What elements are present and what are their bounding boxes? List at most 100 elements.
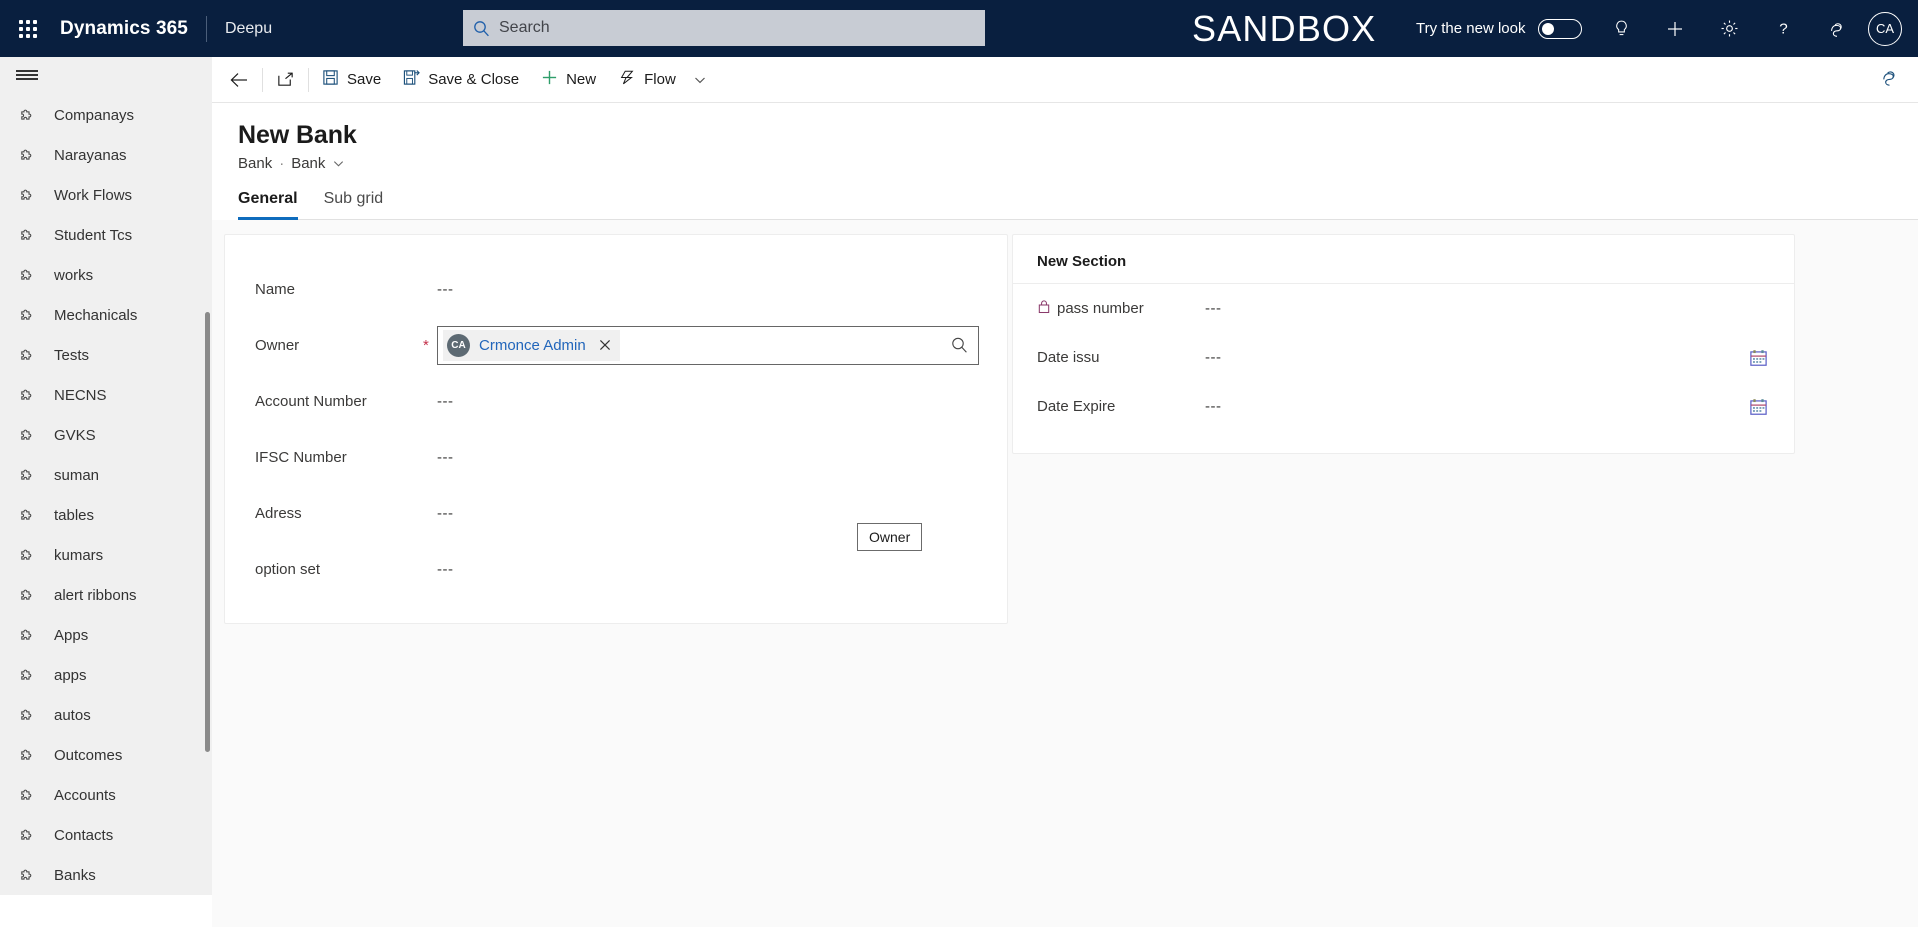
breadcrumb-form-name[interactable]: Bank — [291, 155, 325, 172]
save-and-close-button[interactable]: Save & Close — [392, 57, 530, 103]
field-value[interactable]: --- — [437, 449, 454, 466]
divider — [205, 15, 207, 42]
puzzle-piece-icon — [18, 786, 40, 805]
sidebar-item-banks[interactable]: Banks — [0, 855, 212, 895]
field-label: Adress — [255, 504, 302, 522]
sidebar-item-outcomes[interactable]: Outcomes — [0, 735, 212, 775]
copilot-icon[interactable] — [1810, 0, 1864, 57]
sidebar-item-banks[interactable]: Banks — [0, 895, 212, 901]
new-look-switch[interactable] — [1537, 18, 1582, 39]
breadcrumb: Bank · Bank — [238, 155, 1918, 172]
field-row: pass number --- — [1013, 284, 1794, 333]
lookup-search-icon[interactable] — [951, 337, 968, 354]
puzzle-piece-icon — [18, 106, 40, 125]
sidebar-item-apps[interactable]: apps — [0, 655, 212, 695]
owner-tooltip: Owner — [857, 523, 923, 551]
sidebar-item-narayanas[interactable]: Narayanas — [0, 135, 212, 175]
save-button[interactable]: Save — [311, 57, 392, 103]
sidebar-item-label: Mechanicals — [54, 306, 138, 324]
tab-sub-grid[interactable]: Sub grid — [324, 190, 384, 219]
field-value[interactable]: --- — [1205, 398, 1222, 415]
sidebar-item-label: Outcomes — [54, 746, 123, 764]
puzzle-piece-icon — [18, 666, 40, 685]
puzzle-piece-icon — [18, 386, 40, 405]
main-content: Save Save & Close New Flow New Bank Bank… — [212, 57, 1918, 927]
sandbox-banner: SANDBOX — [1192, 7, 1377, 49]
sidebar-item-companays[interactable]: Companays — [0, 95, 212, 135]
owner-chip[interactable]: CA Crmonce Admin — [443, 329, 620, 361]
sidebar-item-tests[interactable]: Tests — [0, 335, 212, 375]
sidebar-item-work-flows[interactable]: Work Flows — [0, 175, 212, 215]
sidebar-item-gvks[interactable]: GVKS — [0, 415, 212, 455]
sidebar-item-label: alert ribbons — [54, 586, 137, 604]
copilot-icon[interactable] — [1879, 67, 1900, 93]
plus-icon[interactable] — [1648, 0, 1702, 57]
field-label: IFSC Number — [255, 448, 347, 466]
puzzle-piece-icon — [18, 146, 40, 165]
field-value[interactable]: --- — [437, 281, 454, 298]
owner-name[interactable]: Crmonce Admin — [479, 337, 586, 354]
sidebar-item-label: GVKS — [54, 426, 96, 444]
help-icon[interactable]: ? — [1756, 0, 1810, 57]
field-row: Date Expire --- — [1013, 382, 1794, 431]
sidebar-item-suman[interactable]: suman — [0, 455, 212, 495]
puzzle-piece-icon — [18, 746, 40, 765]
sidebar-item-accounts[interactable]: Accounts — [0, 775, 212, 815]
sidebar-item-tables[interactable]: tables — [0, 495, 212, 535]
sidebar-item-label: kumars — [54, 546, 104, 564]
tab-general[interactable]: General — [238, 190, 298, 220]
sidebar-item-autos[interactable]: autos — [0, 695, 212, 735]
sidebar-item-necns[interactable]: NECNS — [0, 375, 212, 415]
breadcrumb-entity[interactable]: Bank — [238, 155, 272, 172]
new-label: New — [566, 71, 597, 88]
puzzle-piece-icon — [18, 506, 40, 525]
field-row: Owner * CA Crmonce Admin — [255, 317, 979, 373]
close-icon[interactable] — [598, 338, 612, 352]
chevron-down-icon[interactable] — [687, 57, 713, 103]
field-value[interactable]: --- — [437, 561, 454, 578]
field-value[interactable]: --- — [1205, 349, 1222, 366]
calendar-icon[interactable] — [1749, 348, 1768, 367]
sidebar-item-contacts[interactable]: Contacts — [0, 815, 212, 855]
try-new-look-toggle[interactable]: Try the new look — [1416, 0, 1582, 57]
sidebar-item-label: Student Tcs — [54, 226, 133, 244]
hamburger-icon[interactable] — [0, 57, 212, 93]
sidebar-item-works[interactable]: works — [0, 255, 212, 295]
flow-button[interactable]: Flow — [607, 57, 687, 103]
chevron-down-icon[interactable] — [332, 157, 345, 170]
puzzle-piece-icon — [18, 866, 40, 885]
back-arrow-icon[interactable] — [218, 57, 260, 103]
gear-icon[interactable] — [1702, 0, 1756, 57]
app-launcher-icon[interactable] — [0, 0, 56, 57]
field-value[interactable]: --- — [437, 505, 454, 522]
field-label: Name — [255, 280, 296, 298]
field-value[interactable]: --- — [437, 393, 454, 410]
global-search[interactable] — [463, 10, 985, 46]
field-label-wrap: Date Expire — [1037, 398, 1205, 415]
field-label: Date Expire — [1037, 398, 1116, 415]
open-in-new-window-icon[interactable] — [265, 57, 306, 103]
required-indicator: * — [423, 336, 429, 354]
sidebar-item-student-tcs[interactable]: Student Tcs — [0, 215, 212, 255]
new-button[interactable]: New — [530, 57, 607, 103]
sidebar-item-mechanicals[interactable]: Mechanicals — [0, 295, 212, 335]
flow-label: Flow — [644, 71, 676, 88]
avatar[interactable]: CA — [1868, 11, 1902, 46]
sidebar-item-apps[interactable]: Apps — [0, 615, 212, 655]
owner-avatar: CA — [447, 333, 470, 357]
owner-lookup-input[interactable]: CA Crmonce Admin — [437, 325, 979, 365]
sidebar-item-label: Apps — [54, 626, 89, 644]
sidebar-item-label: apps — [54, 666, 87, 684]
calendar-icon[interactable] — [1749, 397, 1768, 416]
field-label-wrap: pass number — [1037, 299, 1205, 318]
app-name[interactable]: Deepu — [225, 20, 272, 38]
sidebar-scrollbar[interactable] — [205, 312, 210, 752]
sidebar-item-label: NECNS — [54, 386, 107, 404]
field-value[interactable]: --- — [1205, 300, 1222, 317]
sidebar-item-alert-ribbons[interactable]: alert ribbons — [0, 575, 212, 615]
sidebar-item-label: Contacts — [54, 826, 114, 844]
brand-title[interactable]: Dynamics 365 — [60, 18, 188, 40]
search-input[interactable] — [499, 19, 975, 37]
lightbulb-icon[interactable] — [1594, 0, 1648, 57]
sidebar-item-kumars[interactable]: kumars — [0, 535, 212, 575]
